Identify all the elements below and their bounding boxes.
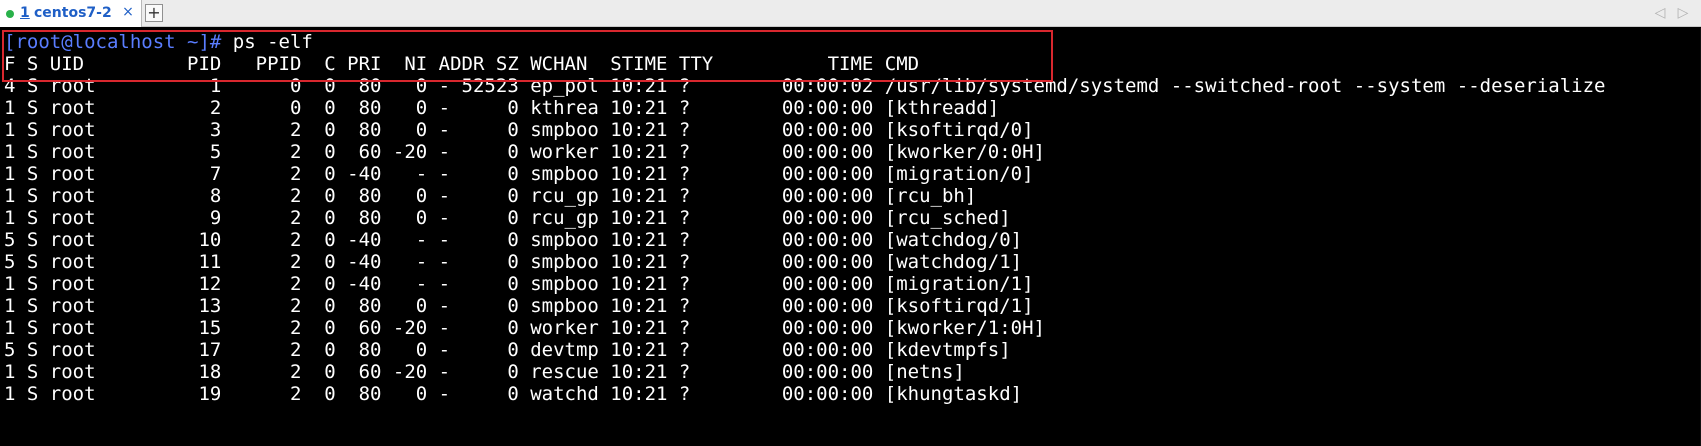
table-row: 1 S root 7 2 0 -40 - - 0 smpboo 10:21 ? … [4,163,1034,185]
scroll-right-icon[interactable]: ▷ [1675,4,1691,22]
new-tab-button[interactable]: + [145,4,163,22]
table-row: 1 S root 12 2 0 -40 - - 0 smpboo 10:21 ?… [4,273,1034,295]
table-row: 5 S root 11 2 0 -40 - - 0 smpboo 10:21 ?… [4,251,1023,273]
table-row: 5 S root 10 2 0 -40 - - 0 smpboo 10:21 ?… [4,229,1023,251]
table-row: 4 S root 1 0 0 80 0 - 52523 ep_pol 10:21… [4,75,1606,97]
tab-number: 1 [20,5,30,21]
table-header: F S UID PID PPID C PRI NI ADDR SZ WCHAN … [4,53,920,75]
connection-status-icon [6,10,14,18]
table-row: 1 S root 8 2 0 80 0 - 0 rcu_gp 10:21 ? 0… [4,185,977,207]
table-row: 1 S root 19 2 0 80 0 - 0 watchd 10:21 ? … [4,383,1023,405]
scroll-left-icon[interactable]: ◁ [1652,4,1668,22]
table-row: 1 S root 15 2 0 60 -20 - 0 worker 10:21 … [4,317,1045,339]
table-row: 1 S root 9 2 0 80 0 - 0 rcu_gp 10:21 ? 0… [4,207,1011,229]
table-row: 1 S root 13 2 0 80 0 - 0 smpboo 10:21 ? … [4,295,1034,317]
table-row: 1 S root 3 2 0 80 0 - 0 smpboo 10:21 ? 0… [4,119,1034,141]
command-text: ps -elf [221,31,313,53]
tab-label: centos7-2 [34,5,112,21]
table-row: 1 S root 18 2 0 60 -20 - 0 rescue 10:21 … [4,361,965,383]
table-row: 1 S root 2 0 0 80 0 - 0 kthrea 10:21 ? 0… [4,97,1000,119]
shell-prompt: [root@localhost ~]# [4,31,222,53]
tab-bar: 1 centos7-2 × + ◁ ▷ [0,0,1701,27]
table-row: 5 S root 17 2 0 80 0 - 0 devtmp 10:21 ? … [4,339,1011,361]
session-tab[interactable]: 1 centos7-2 × [0,0,142,27]
table-row: 1 S root 5 2 0 60 -20 - 0 worker 10:21 ?… [4,141,1045,163]
close-icon[interactable]: × [120,4,136,20]
prompt-line: [root@localhost ~]# ps -elf [4,30,313,54]
terminal-output[interactable]: [root@localhost ~]# ps -elf F S UID PID … [0,28,1701,446]
